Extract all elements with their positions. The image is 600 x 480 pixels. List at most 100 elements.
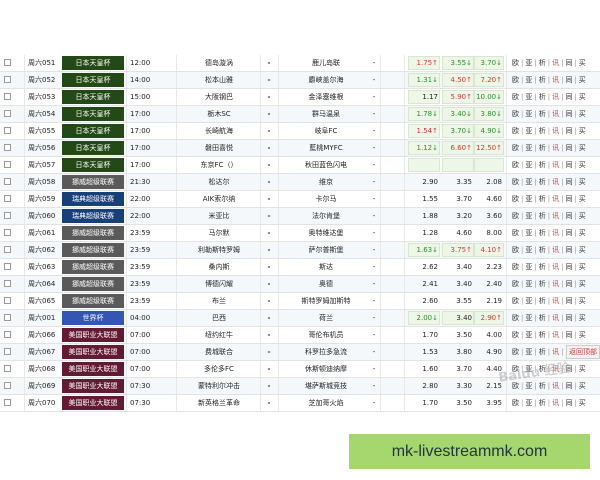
row-checkbox[interactable]	[4, 331, 11, 338]
link-3[interactable]: 讯	[552, 127, 559, 135]
link-0[interactable]: 欧	[512, 297, 519, 305]
link-2[interactable]: 析	[539, 297, 546, 305]
link-0[interactable]: 欧	[512, 246, 519, 254]
link-4[interactable]: 同	[565, 263, 572, 271]
link-4[interactable]: 同	[565, 212, 572, 220]
link-2[interactable]: 析	[539, 229, 546, 237]
row-checkbox[interactable]	[4, 229, 11, 236]
link-1[interactable]: 亚	[525, 348, 532, 356]
row-checkbox[interactable]	[4, 212, 11, 219]
league-badge[interactable]: 美国职业大联盟	[62, 328, 124, 342]
link-5[interactable]: 买	[579, 144, 586, 152]
row-checkbox[interactable]	[4, 263, 11, 270]
away-team[interactable]: 哥伦布机员	[282, 327, 370, 343]
link-4[interactable]: 同	[565, 59, 572, 67]
link-0[interactable]: 欧	[512, 144, 519, 152]
link-4[interactable]: 同	[565, 93, 572, 101]
league-badge[interactable]: 挪威超级联赛	[62, 243, 124, 257]
link-4[interactable]: 同	[565, 127, 572, 135]
league-badge[interactable]: 挪威超级联赛	[62, 294, 124, 308]
link-4[interactable]: 同	[565, 297, 572, 305]
away-team[interactable]: 堪萨斯城竞技	[282, 378, 370, 394]
league-badge[interactable]: 挪威超级联赛	[62, 175, 124, 189]
link-2[interactable]: 析	[539, 314, 546, 322]
link-2[interactable]: 析	[539, 195, 546, 203]
link-0[interactable]: 欧	[512, 76, 519, 84]
row-checkbox[interactable]	[4, 365, 11, 372]
league-badge[interactable]: 日本天皇杯	[62, 107, 124, 121]
link-1[interactable]: 亚	[525, 229, 532, 237]
link-1[interactable]: 亚	[525, 280, 532, 288]
link-5[interactable]: 买	[579, 263, 586, 271]
league-badge[interactable]: 日本天皇杯	[62, 90, 124, 104]
link-3[interactable]: 讯	[552, 246, 559, 254]
link-0[interactable]: 欧	[512, 263, 519, 271]
home-team[interactable]: 磐田喜悦	[180, 140, 258, 156]
link-5[interactable]: 买	[579, 110, 586, 118]
link-1[interactable]: 亚	[525, 297, 532, 305]
row-checkbox[interactable]	[4, 144, 11, 151]
row-checkbox[interactable]	[4, 348, 11, 355]
link-2[interactable]: 析	[539, 331, 546, 339]
away-team[interactable]: 鹿儿岛联	[282, 55, 370, 71]
link-0[interactable]: 欧	[512, 127, 519, 135]
away-team[interactable]: 卡尔马	[282, 191, 370, 207]
link-2[interactable]: 析	[539, 280, 546, 288]
link-2[interactable]: 析	[539, 76, 546, 84]
link-2[interactable]: 析	[539, 127, 546, 135]
home-team[interactable]: 东京FC（）	[180, 157, 258, 173]
site-banner[interactable]: mk-livestreammk.com	[349, 434, 590, 469]
link-5[interactable]: 买	[579, 280, 586, 288]
away-team[interactable]: 休斯顿迪纳摩	[282, 361, 370, 377]
link-3[interactable]: 讯	[552, 229, 559, 237]
link-3[interactable]: 讯	[552, 212, 559, 220]
away-team[interactable]: 芝加哥火焰	[282, 395, 370, 411]
link-3[interactable]: 讯	[552, 110, 559, 118]
link-3[interactable]: 讯	[552, 195, 559, 203]
link-3[interactable]: 讯	[552, 297, 559, 305]
link-5[interactable]: 买	[579, 93, 586, 101]
link-3[interactable]: 讯	[552, 331, 559, 339]
home-team[interactable]: 米亚比	[180, 208, 258, 224]
link-4[interactable]: 同	[565, 229, 572, 237]
link-1[interactable]: 亚	[525, 246, 532, 254]
home-team[interactable]: AIK索尔纳	[180, 191, 258, 207]
link-5[interactable]: 买	[579, 76, 586, 84]
home-team[interactable]: 大阪钢巴	[180, 89, 258, 105]
row-checkbox[interactable]	[4, 399, 11, 406]
home-team[interactable]: 长崎航海	[180, 123, 258, 139]
link-4[interactable]: 同	[565, 178, 572, 186]
link-3[interactable]: 讯	[552, 93, 559, 101]
link-1[interactable]: 亚	[525, 59, 532, 67]
home-team[interactable]: 博德闪耀	[180, 276, 258, 292]
home-team[interactable]: 松达尔	[180, 174, 258, 190]
home-team[interactable]: 蒙特利尔冲击	[180, 378, 258, 394]
away-team[interactable]: 维京	[282, 174, 370, 190]
link-3[interactable]: 讯	[552, 161, 559, 169]
link-4[interactable]: 同	[565, 144, 572, 152]
league-badge[interactable]: 世界杯	[62, 311, 124, 325]
link-0[interactable]: 欧	[512, 178, 519, 186]
home-team[interactable]: 马尔默	[180, 225, 258, 241]
link-5[interactable]: 买	[579, 212, 586, 220]
away-team[interactable]: 奥德	[282, 276, 370, 292]
link-3[interactable]: 讯	[552, 348, 559, 356]
league-badge[interactable]: 日本天皇杯	[62, 56, 124, 70]
row-checkbox[interactable]	[4, 127, 11, 134]
row-checkbox[interactable]	[4, 297, 11, 304]
league-badge[interactable]: 日本天皇杯	[62, 158, 124, 172]
link-2[interactable]: 析	[539, 212, 546, 220]
link-0[interactable]: 欧	[512, 110, 519, 118]
link-4[interactable]: 同	[565, 76, 572, 84]
home-team[interactable]: 利勒斯特罗姆	[180, 242, 258, 258]
link-3[interactable]: 讯	[552, 178, 559, 186]
link-2[interactable]: 析	[539, 246, 546, 254]
link-1[interactable]: 亚	[525, 178, 532, 186]
away-team[interactable]: 斯特罗姆加斯特	[282, 293, 370, 309]
row-checkbox[interactable]	[4, 178, 11, 185]
link-1[interactable]: 亚	[525, 110, 532, 118]
link-5[interactable]: 买	[579, 59, 586, 67]
row-checkbox[interactable]	[4, 161, 11, 168]
row-checkbox[interactable]	[4, 110, 11, 117]
row-checkbox[interactable]	[4, 246, 11, 253]
